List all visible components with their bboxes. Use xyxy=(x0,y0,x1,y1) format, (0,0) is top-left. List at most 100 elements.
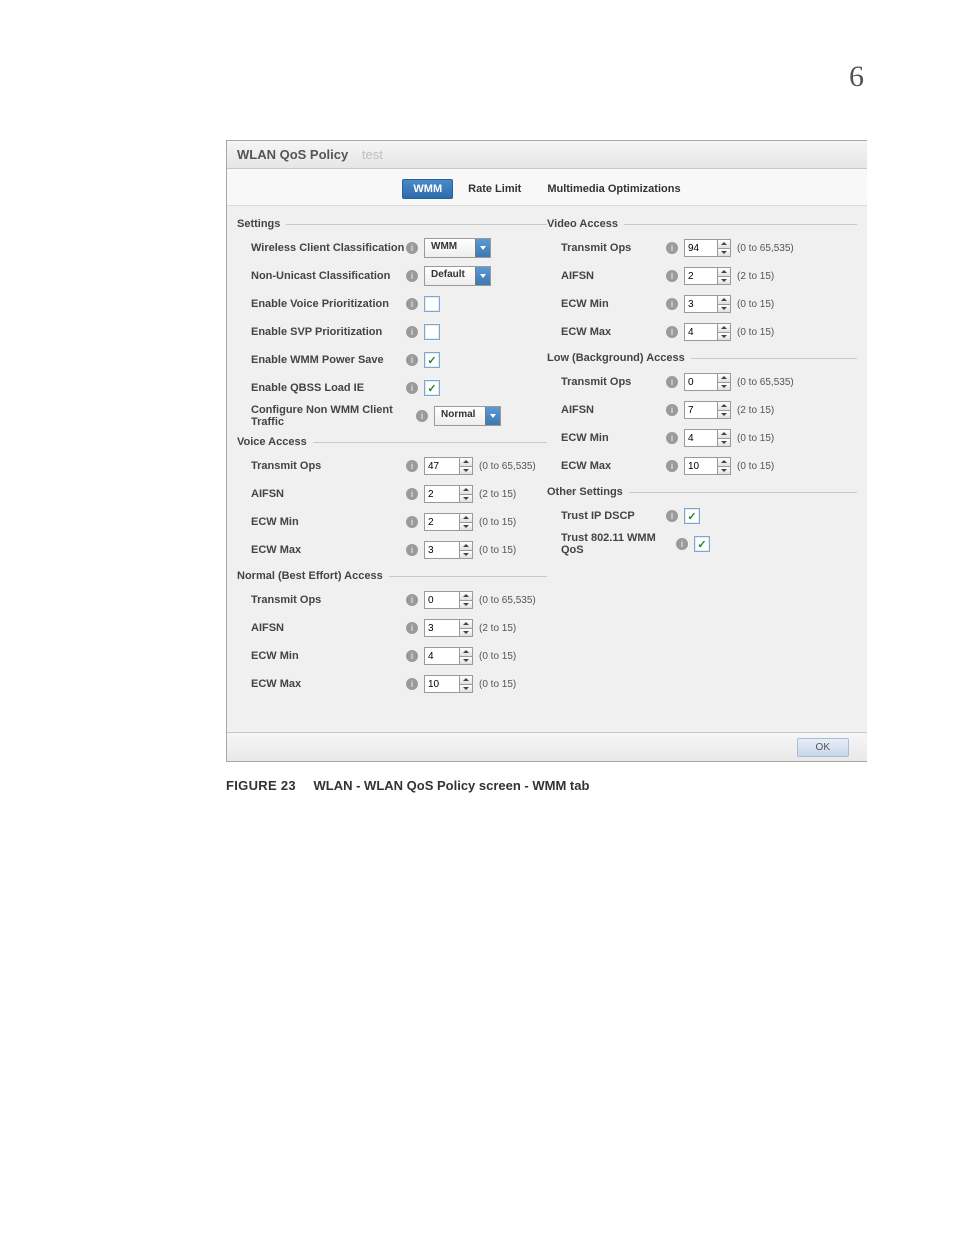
info-icon[interactable]: i xyxy=(406,544,418,556)
spinner-video-ops[interactable] xyxy=(684,239,731,257)
arrow-up-icon[interactable] xyxy=(460,676,472,685)
info-icon[interactable]: i xyxy=(406,594,418,606)
arrow-up-icon[interactable] xyxy=(718,430,730,439)
arrow-down-icon[interactable] xyxy=(460,467,472,475)
arrow-up-icon[interactable] xyxy=(718,296,730,305)
dropdown-nonwmm[interactable]: Normal xyxy=(434,406,501,426)
spinner-low-ops[interactable] xyxy=(684,373,731,391)
chevron-down-icon[interactable] xyxy=(475,267,490,285)
group-settings: Settings xyxy=(237,218,547,230)
chevron-down-icon[interactable] xyxy=(485,407,500,425)
arrow-down-icon[interactable] xyxy=(718,305,730,313)
spinner-normal-ops[interactable] xyxy=(424,591,473,609)
dropdown-wcc[interactable]: WMM xyxy=(424,238,491,258)
info-icon[interactable]: i xyxy=(666,460,678,472)
info-icon[interactable]: i xyxy=(406,270,418,282)
arrow-down-icon[interactable] xyxy=(718,277,730,285)
spinner-low-aifsn[interactable] xyxy=(684,401,731,419)
arrow-up-icon[interactable] xyxy=(718,268,730,277)
arrow-up-icon[interactable] xyxy=(460,620,472,629)
info-icon[interactable]: i xyxy=(406,622,418,634)
spinner-video-ecwmax[interactable] xyxy=(684,323,731,341)
arrow-up-icon[interactable] xyxy=(460,486,472,495)
spinner-voice-aifsn[interactable] xyxy=(424,485,473,503)
arrow-up-icon[interactable] xyxy=(460,458,472,467)
arrow-up-icon[interactable] xyxy=(460,542,472,551)
arrow-down-icon[interactable] xyxy=(460,551,472,559)
spinner-video-ecwmin[interactable] xyxy=(684,295,731,313)
tab-rate-limit[interactable]: Rate Limit xyxy=(457,179,532,199)
arrow-up-icon[interactable] xyxy=(718,324,730,333)
arrow-down-icon[interactable] xyxy=(718,411,730,419)
checkbox-qbss[interactable] xyxy=(424,380,440,396)
arrow-down-icon[interactable] xyxy=(718,467,730,475)
arrow-up-icon[interactable] xyxy=(460,648,472,657)
arrow-down-icon[interactable] xyxy=(460,523,472,531)
info-icon[interactable]: i xyxy=(666,376,678,388)
spinner-voice-ecwmin[interactable] xyxy=(424,513,473,531)
label-voice-ops: Transmit Ops xyxy=(251,460,406,472)
info-icon[interactable]: i xyxy=(406,242,418,254)
tab-wmm[interactable]: WMM xyxy=(402,179,453,199)
arrow-down-icon[interactable] xyxy=(460,685,472,693)
spinner-low-ecwmax[interactable] xyxy=(684,457,731,475)
checkbox-trust-wmm[interactable] xyxy=(694,536,710,552)
info-icon[interactable]: i xyxy=(406,650,418,662)
label-voice-ecwmin: ECW Min xyxy=(251,516,406,528)
info-icon[interactable]: i xyxy=(666,270,678,282)
range-ops: (0 to 65,535) xyxy=(737,243,794,254)
dropdown-nuc[interactable]: Default xyxy=(424,266,491,286)
info-icon[interactable]: i xyxy=(406,488,418,500)
arrow-down-icon[interactable] xyxy=(718,249,730,257)
arrow-down-icon[interactable] xyxy=(460,629,472,637)
label-video-ecwmax: ECW Max xyxy=(561,326,666,338)
spinner-voice-ecwmax[interactable] xyxy=(424,541,473,559)
spinner-normal-ecwmax[interactable] xyxy=(424,675,473,693)
info-icon[interactable]: i xyxy=(666,298,678,310)
arrow-up-icon[interactable] xyxy=(718,458,730,467)
page-number: 6 xyxy=(849,60,864,94)
label-qbss: Enable QBSS Load IE xyxy=(251,382,406,394)
tab-multimedia-opt[interactable]: Multimedia Optimizations xyxy=(536,179,691,199)
info-icon[interactable]: i xyxy=(666,432,678,444)
ok-button[interactable]: OK xyxy=(797,738,849,757)
arrow-up-icon[interactable] xyxy=(460,514,472,523)
arrow-up-icon[interactable] xyxy=(460,592,472,601)
info-icon[interactable]: i xyxy=(406,678,418,690)
spinner-normal-aifsn[interactable] xyxy=(424,619,473,637)
info-icon[interactable]: i xyxy=(666,242,678,254)
checkbox-svp-pri[interactable] xyxy=(424,324,440,340)
checkbox-wmm-ps[interactable] xyxy=(424,352,440,368)
spinner-low-ecwmin[interactable] xyxy=(684,429,731,447)
label-normal-ecwmax: ECW Max xyxy=(251,678,406,690)
info-icon[interactable]: i xyxy=(406,516,418,528)
info-icon[interactable]: i xyxy=(666,326,678,338)
info-icon[interactable]: i xyxy=(406,382,418,394)
arrow-down-icon[interactable] xyxy=(718,439,730,447)
arrow-down-icon[interactable] xyxy=(718,383,730,391)
spinner-voice-ops[interactable] xyxy=(424,457,473,475)
arrow-up-icon[interactable] xyxy=(718,402,730,411)
chevron-down-icon[interactable] xyxy=(475,239,490,257)
spinner-video-aifsn[interactable] xyxy=(684,267,731,285)
range-aifsn: (2 to 15) xyxy=(479,623,516,634)
arrow-up-icon[interactable] xyxy=(718,374,730,383)
info-icon[interactable]: i xyxy=(676,538,688,550)
info-icon[interactable]: i xyxy=(406,326,418,338)
info-icon[interactable]: i xyxy=(406,354,418,366)
checkbox-trust-dscp[interactable] xyxy=(684,508,700,524)
arrow-up-icon[interactable] xyxy=(718,240,730,249)
spinner-normal-ecwmin[interactable] xyxy=(424,647,473,665)
label-nuc: Non-Unicast Classification xyxy=(251,270,406,282)
info-icon[interactable]: i xyxy=(666,510,678,522)
range-aifsn: (2 to 15) xyxy=(737,405,774,416)
arrow-down-icon[interactable] xyxy=(460,601,472,609)
info-icon[interactable]: i xyxy=(406,460,418,472)
arrow-down-icon[interactable] xyxy=(718,333,730,341)
arrow-down-icon[interactable] xyxy=(460,495,472,503)
arrow-down-icon[interactable] xyxy=(460,657,472,665)
info-icon[interactable]: i xyxy=(406,298,418,310)
info-icon[interactable]: i xyxy=(416,410,428,422)
checkbox-voice-pri[interactable] xyxy=(424,296,440,312)
info-icon[interactable]: i xyxy=(666,404,678,416)
